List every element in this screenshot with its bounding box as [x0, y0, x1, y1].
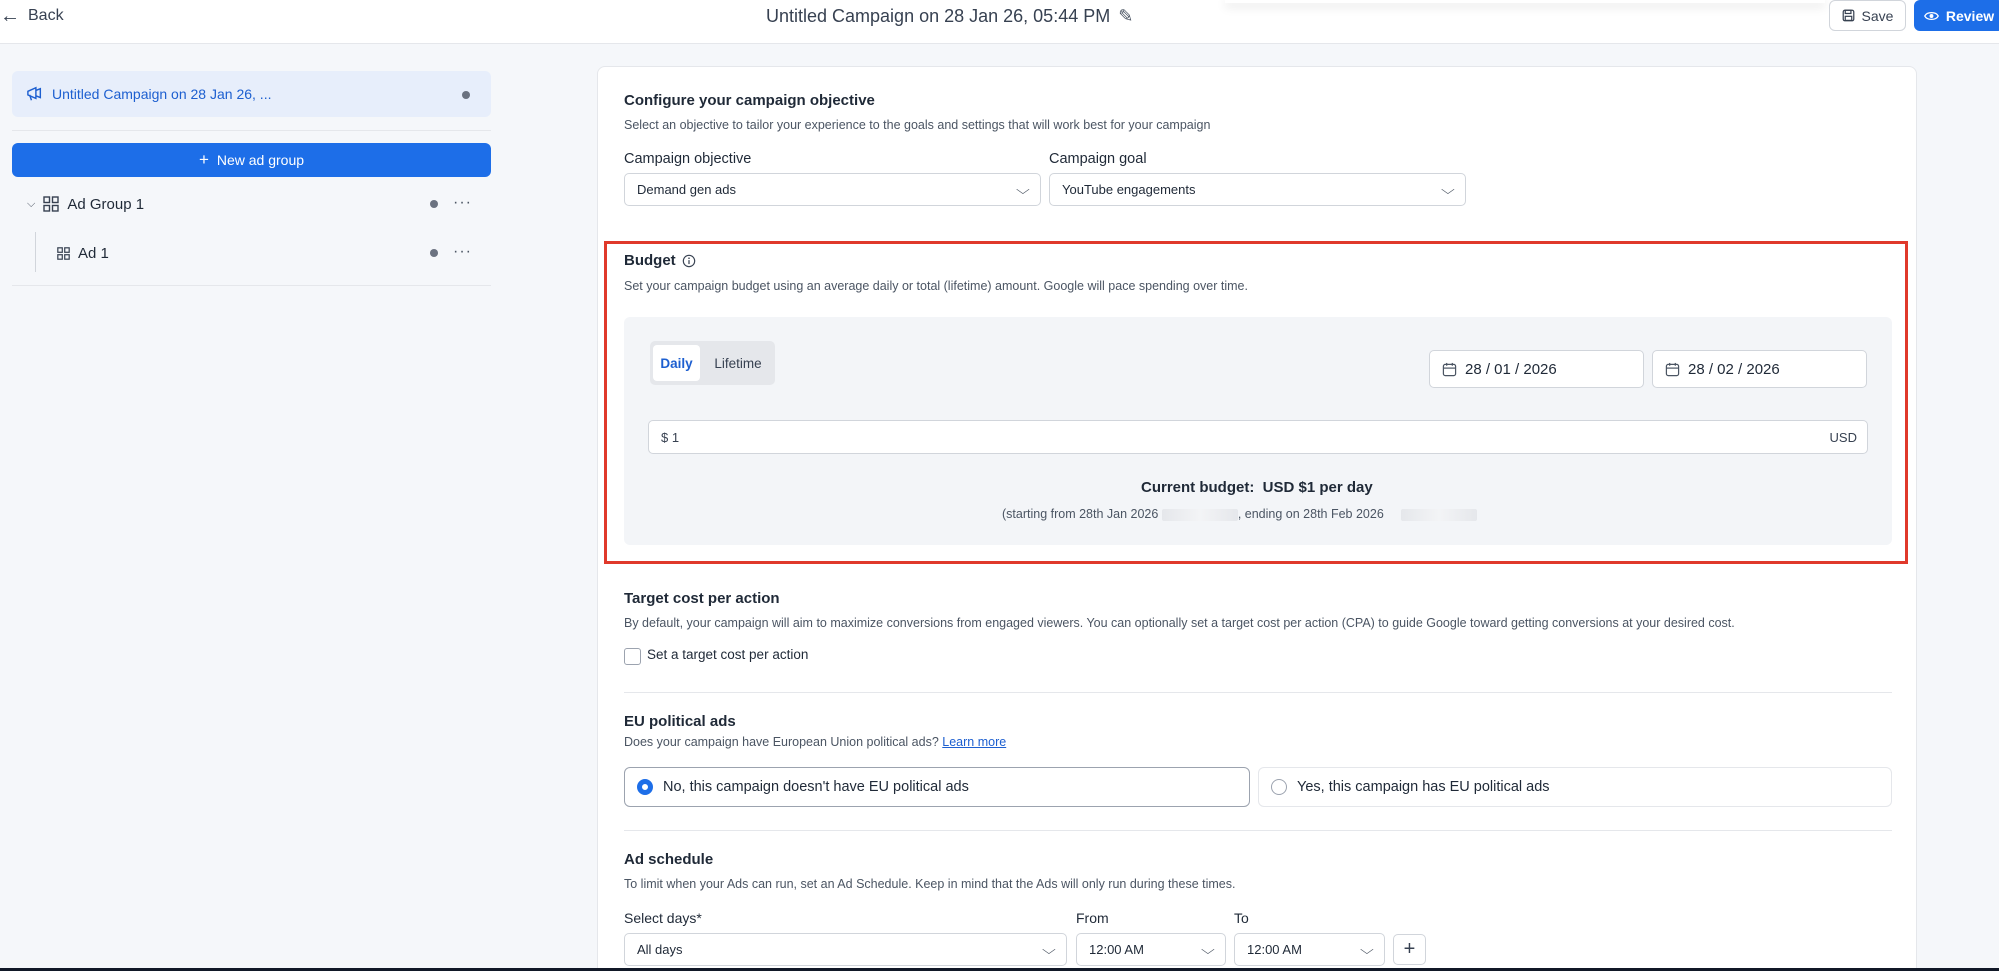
top-bar: ← Back Untitled Campaign on 28 Jan 26, 0…	[0, 0, 1999, 44]
budget-period: (starting from 28th Jan 2026 , ending on…	[1002, 507, 1478, 521]
status-dot	[462, 91, 470, 99]
chevron-down-icon: ⌵	[1016, 182, 1030, 197]
section-divider	[624, 692, 1892, 693]
end-date-value: 28 / 02 / 2026	[1688, 360, 1780, 378]
sidebar-campaign-label: Untitled Campaign on 28 Jan 26, ...	[52, 86, 272, 102]
to-value: 12:00 AM	[1247, 942, 1302, 957]
redacted-time	[1161, 508, 1238, 521]
from-label: From	[1076, 910, 1109, 926]
campaign-goal-select[interactable]: YouTube engagements ⌵	[1049, 173, 1466, 206]
eu-option-yes[interactable]: Yes, this campaign has EU political ads	[1258, 767, 1892, 807]
chevron-down-icon: ⌵	[1201, 942, 1215, 957]
current-budget-label: Current budget:	[1141, 479, 1255, 496]
overlay-shadow	[1225, 0, 1825, 3]
period-end: , ending on 28th Feb 2026	[1237, 507, 1384, 521]
cpa-checkbox-label[interactable]: Set a target cost per action	[647, 647, 808, 662]
select-days-dropdown[interactable]: All days ⌵	[624, 933, 1067, 966]
cpa-description: By default, your campaign will aim to ma…	[624, 616, 1735, 630]
objective-description: Select an objective to tailor your exper…	[624, 118, 1211, 132]
edit-pencil-icon[interactable]: ✎	[1118, 6, 1133, 27]
add-schedule-button[interactable]: +	[1393, 934, 1426, 965]
sidebar-divider	[12, 285, 491, 286]
to-label: To	[1234, 910, 1249, 926]
radio-unselected[interactable]	[1271, 779, 1287, 795]
chevron-down-icon[interactable]: ⌵	[27, 198, 35, 211]
goal-value: YouTube engagements	[1062, 182, 1196, 197]
end-date-input[interactable]: 28 / 02 / 2026	[1652, 350, 1867, 388]
chevron-down-icon: ⌵	[1360, 942, 1374, 957]
back-label: Back	[28, 7, 64, 24]
new-ad-group-label: New ad group	[216, 152, 305, 168]
redacted-time	[1401, 508, 1478, 521]
objective-value: Demand gen ads	[637, 182, 737, 197]
start-date-value: 28 / 01 / 2026	[1465, 360, 1557, 378]
chevron-down-icon: ⌵	[1042, 942, 1056, 957]
review-button[interactable]: Review	[1914, 0, 1999, 31]
save-button[interactable]: Save	[1829, 0, 1906, 31]
to-time-select[interactable]: 12:00 AM ⌵	[1234, 933, 1385, 966]
start-date-input[interactable]: 28 / 01 / 2026	[1429, 350, 1644, 388]
eu-description: Does your campaign have European Union p…	[624, 735, 939, 749]
cpa-heading: Target cost per action	[624, 590, 780, 607]
days-value: All days	[637, 942, 683, 957]
eu-description-row: Does your campaign have European Union p…	[624, 735, 1006, 749]
objective-heading: Configure your campaign objective	[624, 92, 875, 109]
megaphone-icon	[27, 86, 42, 101]
current-budget-summary: Current budget: USD $1 per day	[1141, 479, 1373, 496]
save-icon	[1842, 9, 1854, 22]
info-icon[interactable]	[682, 254, 696, 268]
title-area: Untitled Campaign on 28 Jan 26, 05:44 PM…	[766, 4, 1133, 28]
page-title: Untitled Campaign on 28 Jan 26, 05:44 PM	[766, 5, 1111, 26]
goal-label: Campaign goal	[1049, 151, 1147, 167]
sidebar-item-ad[interactable]: Ad 1	[57, 240, 109, 266]
calendar-icon	[1665, 362, 1680, 376]
campaign-objective-select[interactable]: Demand gen ads ⌵	[624, 173, 1041, 206]
status-dot	[430, 249, 438, 257]
eu-option-yes-label: Yes, this campaign has EU political ads	[1297, 779, 1550, 795]
days-label: Select days*	[624, 910, 702, 926]
from-time-select[interactable]: 12:00 AM ⌵	[1076, 933, 1226, 966]
ad-label: Ad 1	[78, 244, 109, 262]
grid-icon	[57, 246, 70, 260]
period-start: (starting from 28th Jan 2026	[1002, 507, 1159, 521]
arrow-left-icon: ←	[0, 5, 20, 27]
schedule-heading: Ad schedule	[624, 851, 714, 868]
ad-group-label: Ad Group 1	[67, 195, 145, 213]
tree-connector	[35, 232, 36, 272]
status-dot	[430, 200, 438, 208]
chevron-down-icon: ⌵	[1441, 182, 1455, 197]
new-ad-group-button[interactable]: + New ad group	[12, 143, 491, 177]
tab-lifetime[interactable]: Lifetime	[705, 345, 771, 381]
grid-icon	[43, 196, 60, 212]
back-button[interactable]: ← Back	[0, 4, 64, 28]
budget-heading-text: Budget	[624, 252, 676, 269]
target-cpa-checkbox[interactable]	[624, 648, 641, 665]
eu-option-no[interactable]: No, this campaign doesn't have EU politi…	[624, 767, 1250, 807]
eye-icon	[1923, 11, 1939, 20]
more-options-icon[interactable]: ···	[453, 194, 472, 212]
eu-heading: EU political ads	[624, 713, 736, 730]
budget-description: Set your campaign budget using an averag…	[624, 279, 1248, 293]
schedule-description: To limit when your Ads can run, set an A…	[624, 877, 1236, 891]
from-value: 12:00 AM	[1089, 942, 1144, 957]
section-divider	[624, 830, 1892, 831]
current-budget-value: USD $1 per day	[1262, 479, 1373, 496]
eu-option-no-label: No, this campaign doesn't have EU politi…	[663, 779, 969, 795]
radio-selected[interactable]	[637, 779, 653, 795]
calendar-icon	[1442, 362, 1457, 376]
plus-icon: +	[198, 150, 209, 169]
budget-amount-value: $ 1	[661, 429, 680, 445]
sidebar-divider	[12, 130, 491, 131]
objective-label: Campaign objective	[624, 151, 752, 167]
save-label: Save	[1861, 7, 1894, 24]
currency-label: USD	[1829, 429, 1857, 445]
learn-more-link[interactable]: Learn more	[942, 735, 1006, 749]
more-options-icon[interactable]: ···	[453, 243, 472, 261]
sidebar-campaign-item[interactable]: Untitled Campaign on 28 Jan 26, ...	[12, 71, 491, 117]
sidebar-item-ad-group[interactable]: ⌵ Ad Group 1	[27, 191, 144, 217]
budget-amount-input[interactable]: $ 1 USD	[648, 420, 1868, 454]
budget-heading: Budget	[624, 252, 696, 269]
review-label: Review	[1945, 7, 1995, 24]
tab-daily[interactable]: Daily	[653, 345, 700, 381]
